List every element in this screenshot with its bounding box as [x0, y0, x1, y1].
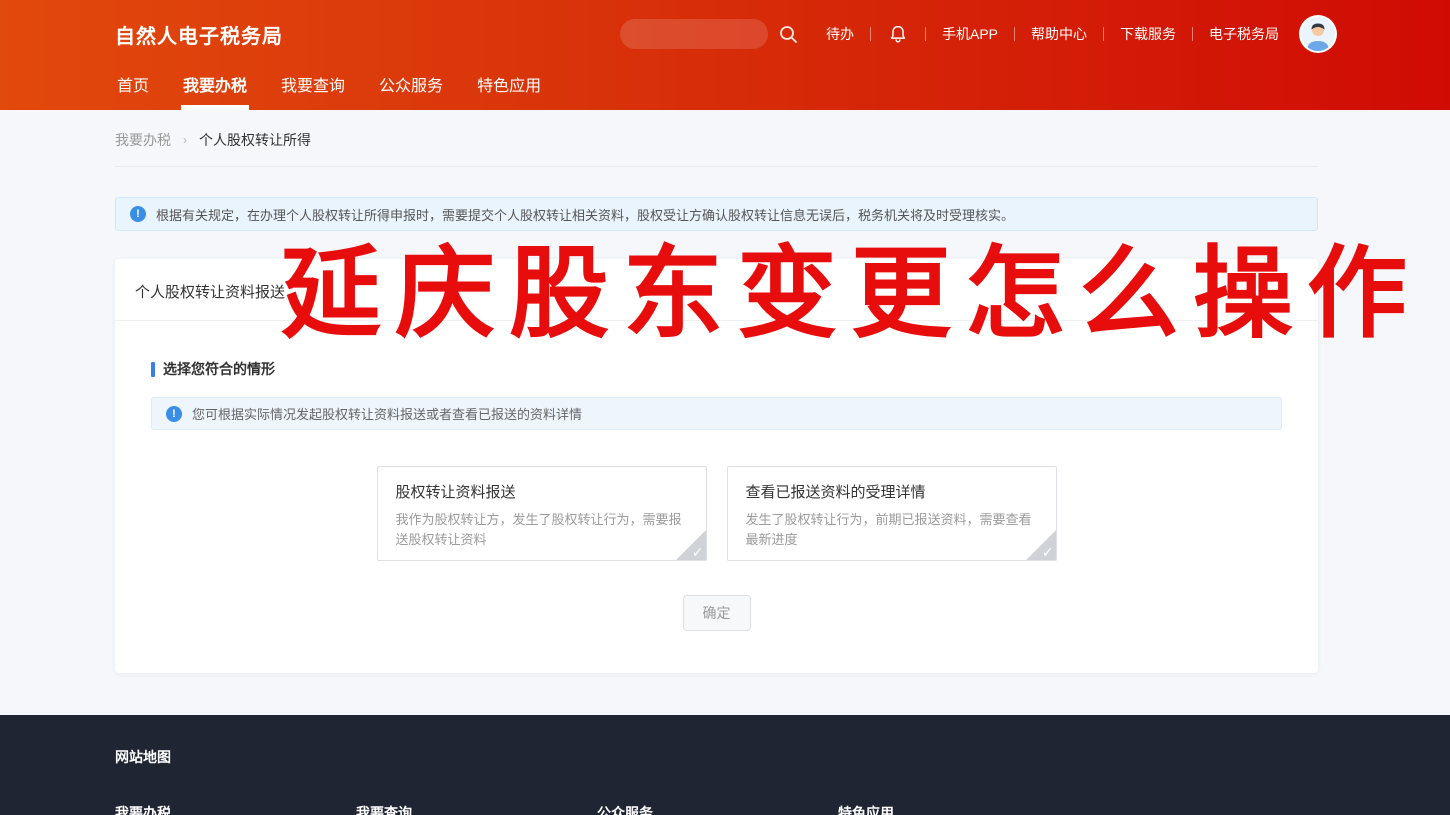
main-container: 我要办税 › 个人股权转让所得 ! 根据有关规定，在办理个人股权转让所得申报时，…: [115, 110, 1318, 673]
site-logo: 自然人电子税务局: [115, 20, 283, 49]
breadcrumb-separator-icon: ›: [183, 133, 187, 147]
option-title: 股权转让资料报送: [396, 481, 688, 502]
footer-col-featured-apps: 特色应用: [838, 803, 1079, 815]
search-icon[interactable]: [778, 24, 798, 44]
footer-col-title: 我要查询: [356, 803, 597, 815]
nav-tax-handling[interactable]: 我要办税: [181, 72, 249, 110]
info-icon: !: [130, 206, 146, 222]
footer-col-title: 我要办税: [115, 803, 356, 815]
divider: [1192, 27, 1193, 41]
breadcrumb-parent[interactable]: 我要办税: [115, 130, 171, 150]
divider: [1103, 27, 1104, 41]
nav-public-service[interactable]: 公众服务: [377, 72, 445, 110]
etax-bureau-link[interactable]: 电子税务局: [1209, 24, 1279, 44]
breadcrumb-current: 个人股权转让所得: [199, 130, 311, 150]
divider: [1014, 27, 1015, 41]
divider: [925, 27, 926, 41]
help-center-link[interactable]: 帮助中心: [1031, 24, 1087, 44]
section-bar-icon: [151, 362, 155, 377]
section-title-text: 选择您符合的情形: [163, 359, 275, 379]
option-list: 股权转让资料报送 我作为股权转让方，发生了股权转让行为，需要报送股权转让资料 ✓…: [151, 466, 1282, 561]
mobile-app-link[interactable]: 手机APP: [942, 24, 998, 44]
footer-columns: 我要办税 专项附加扣除填报 我要查询 申报信息查询 公众服务 票证查验 特色应用: [115, 803, 1450, 815]
notice-bar: ! 根据有关规定，在办理个人股权转让所得申报时，需要提交个人股权转让相关资料，股…: [115, 197, 1318, 231]
sitemap-title: 网站地图: [115, 747, 1450, 767]
header-top-row: 自然人电子税务局 待办 手机APP 帮助中心: [0, 0, 1450, 68]
panel-title: 个人股权转让资料报送: [115, 259, 1318, 321]
todo-link[interactable]: 待办: [826, 24, 854, 44]
info-icon: !: [166, 406, 182, 422]
footer-col-title: 特色应用: [838, 803, 1079, 815]
footer: 网站地图 我要办税 专项附加扣除填报 我要查询 申报信息查询 公众服务 票证查验…: [0, 715, 1450, 815]
divider: [870, 27, 871, 41]
hint-text: 您可根据实际情况发起股权转让资料报送或者查看已报送的资料详情: [192, 404, 582, 423]
notice-text: 根据有关规定，在办理个人股权转让所得申报时，需要提交个人股权转让相关资料，股权受…: [156, 205, 1014, 224]
hint-bar: ! 您可根据实际情况发起股权转让资料报送或者查看已报送的资料详情: [151, 397, 1282, 430]
nav-home[interactable]: 首页: [115, 72, 151, 110]
option-desc: 我作为股权转让方，发生了股权转让行为，需要报送股权转让资料: [396, 510, 688, 550]
footer-col-tax-handling: 我要办税 专项附加扣除填报: [115, 803, 356, 815]
search-input[interactable]: [620, 19, 768, 49]
option-card-submit[interactable]: 股权转让资料报送 我作为股权转让方，发生了股权转让行为，需要报送股权转让资料 ✓: [377, 466, 707, 561]
footer-col-public-service: 公众服务 票证查验: [597, 803, 838, 815]
option-desc: 发生了股权转让行为，前期已报送资料，需要查看最新进度: [746, 510, 1038, 550]
footer-col-inquiry: 我要查询 申报信息查询: [356, 803, 597, 815]
header: 自然人电子税务局 待办 手机APP 帮助中心: [0, 0, 1450, 110]
check-icon: ✓: [692, 544, 704, 561]
option-title: 查看已报送资料的受理详情: [746, 481, 1038, 502]
nav-inquiry[interactable]: 我要查询: [279, 72, 347, 110]
breadcrumb: 我要办税 › 个人股权转让所得: [115, 110, 1318, 167]
header-search: [620, 19, 798, 49]
nav-featured-apps[interactable]: 特色应用: [475, 72, 543, 110]
bell-icon[interactable]: [887, 23, 909, 45]
user-avatar[interactable]: [1299, 15, 1337, 53]
confirm-button[interactable]: 确定: [683, 595, 751, 631]
main-nav: 首页 我要办税 我要查询 公众服务 特色应用: [0, 68, 1450, 110]
header-links: 待办 手机APP 帮助中心 下载服务 电子税务局: [826, 23, 1279, 45]
download-service-link[interactable]: 下载服务: [1120, 24, 1176, 44]
check-icon: ✓: [1042, 544, 1054, 561]
footer-col-title: 公众服务: [597, 803, 838, 815]
option-card-view-status[interactable]: 查看已报送资料的受理详情 发生了股权转让行为，前期已报送资料，需要查看最新进度 …: [727, 466, 1057, 561]
section-title: 选择您符合的情形: [151, 359, 1282, 379]
transfer-panel: 个人股权转让资料报送 选择您符合的情形 ! 您可根据实际情况发起股权转让资料报送…: [115, 259, 1318, 673]
